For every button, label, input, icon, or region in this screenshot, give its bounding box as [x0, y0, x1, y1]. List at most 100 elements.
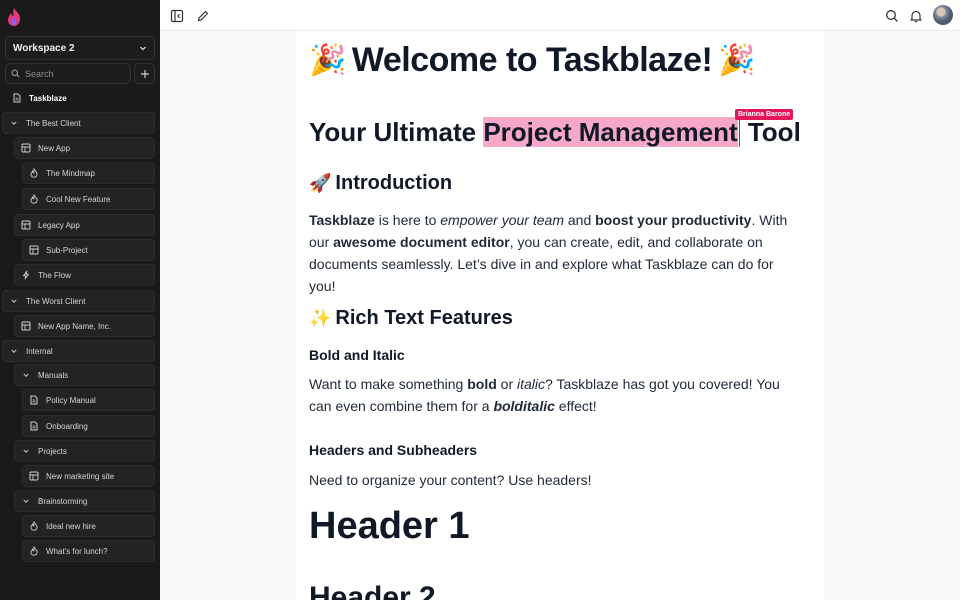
sidebar-item[interactable]: The Best Client — [2, 112, 155, 134]
top-bar — [160, 0, 960, 31]
party-popper-icon: 🎉 — [309, 44, 346, 77]
chevron-down-icon — [20, 369, 32, 381]
sidebar-item-label: New App Name, Inc. — [38, 321, 111, 331]
search-icon — [11, 69, 20, 78]
sidebar-item[interactable]: Internal — [2, 340, 155, 362]
sidebar-toggle-icon — [170, 9, 184, 23]
intro-paragraph: Taskblaze is here to empower your team a… — [309, 209, 799, 297]
sidebar-item[interactable]: Manuals — [14, 364, 155, 386]
user-avatar[interactable] — [933, 5, 953, 25]
sidebar-item-label: What's for lunch? — [46, 546, 108, 556]
sidebar-item-label: Projects — [38, 446, 67, 456]
intro-heading-text: Introduction — [335, 172, 453, 194]
rocket-icon: 🚀 — [309, 173, 332, 193]
subtitle-pre: Your Ultimate — [309, 117, 484, 147]
collaborator-cursor — [738, 117, 740, 147]
edit-button[interactable] — [195, 8, 211, 24]
sidebar-item-label: New marketing site — [46, 471, 115, 481]
sidebar-item-label: Internal — [26, 346, 53, 356]
text: Want to make something — [309, 376, 468, 392]
chevron-down-icon — [8, 117, 20, 129]
headers-paragraph: Need to organize your content? Use heade… — [309, 472, 592, 488]
sidebar-item[interactable]: Legacy App — [14, 214, 155, 236]
subtitle-post: Tool — [740, 117, 801, 147]
search-button[interactable] — [884, 8, 900, 24]
board-icon — [20, 142, 32, 154]
rich-text-heading-text: Rich Text Features — [335, 307, 513, 329]
taskblaze-logo-icon[interactable] — [6, 7, 22, 27]
sidebar-item[interactable]: Brainstorming — [14, 490, 155, 512]
document-icon — [28, 420, 40, 432]
bold-italic-text: bolditalic — [493, 398, 555, 414]
sidebar-item[interactable]: New App Name, Inc. — [14, 315, 155, 337]
flame-icon — [28, 193, 40, 205]
sidebar-item-label: The Worst Client — [26, 296, 86, 306]
document[interactable]: 🎉 Welcome to Taskblaze! 🎉 Your Ultimate … — [296, 31, 824, 600]
sidebar-item[interactable]: Onboarding — [22, 415, 155, 437]
bold-text: Taskblaze — [309, 212, 375, 228]
flame-icon — [28, 545, 40, 557]
workspace-name: Workspace 2 — [13, 42, 75, 54]
header-2-sample: Header 2 — [309, 581, 436, 600]
italic-text: empower your team — [440, 212, 564, 228]
sidebar-item[interactable]: The Mindmap — [22, 162, 155, 184]
chevron-down-icon — [8, 295, 20, 307]
sidebar-item[interactable]: Policy Manual — [22, 389, 155, 411]
workspace-selector[interactable]: Workspace 2 — [5, 36, 155, 60]
flame-icon — [28, 520, 40, 532]
sidebar-item[interactable]: New marketing site — [22, 465, 155, 487]
chevron-down-icon — [140, 46, 146, 51]
bold-italic-heading: Bold and Italic — [309, 347, 405, 363]
text: and — [563, 212, 596, 228]
sidebar-item[interactable]: New App — [14, 137, 155, 159]
sidebar-item[interactable]: The Flow — [14, 264, 155, 286]
sidebar-item-label: The Flow — [38, 270, 71, 280]
search-icon — [886, 10, 898, 22]
sidebar-item-label: Ideal new hire — [46, 521, 96, 531]
board-icon — [20, 219, 32, 231]
sidebar-item-label: Policy Manual — [46, 395, 96, 405]
bolt-icon — [20, 269, 32, 281]
sidebar-item[interactable]: The Worst Client — [2, 290, 155, 312]
plus-icon — [140, 69, 149, 78]
chevron-down-icon — [20, 445, 32, 457]
notifications-button[interactable] — [908, 8, 924, 24]
sidebar-item[interactable]: What's for lunch? — [22, 540, 155, 562]
headers-heading: Headers and Subheaders — [309, 442, 478, 458]
sidebar-item-label: Manuals — [38, 370, 69, 380]
bold-text: boost your productivity — [595, 212, 752, 228]
subtitle-highlight: Project Management — [483, 117, 738, 147]
doc-title-text: Welcome to Taskblaze! — [351, 41, 713, 79]
sidebar-item[interactable]: Sub-Project — [22, 239, 155, 261]
sidebar-item-label: Onboarding — [46, 421, 88, 431]
toggle-sidebar-button[interactable] — [169, 8, 185, 24]
sidebar-item-label: Sub-Project — [46, 245, 88, 255]
sidebar-item[interactable]: Ideal new hire — [22, 515, 155, 537]
pencil-icon — [197, 10, 209, 22]
sidebar-item-label: Brainstorming — [38, 496, 88, 506]
sidebar-item[interactable]: Projects — [14, 440, 155, 462]
add-page-button[interactable] — [134, 63, 155, 84]
rich-text-heading: ✨ Rich Text Features — [309, 307, 513, 330]
intro-heading: 🚀 Introduction — [309, 172, 452, 195]
doc-subtitle: Your Ultimate Project Management Tool — [309, 117, 801, 148]
sidebar-item[interactable]: Taskblaze — [5, 87, 155, 109]
sidebar-search[interactable]: Search — [5, 63, 131, 84]
bell-icon — [910, 10, 922, 23]
sidebar-item[interactable]: Cool New Feature — [22, 188, 155, 210]
bold-italic-paragraph: Want to make something bold or italic? T… — [309, 373, 799, 417]
sidebar-item-label: Taskblaze — [29, 93, 67, 103]
italic-text: italic — [517, 376, 546, 392]
board-icon — [28, 470, 40, 482]
sidebar-item-label: Cool New Feature — [46, 194, 111, 204]
sidebar-item-label: Legacy App — [38, 220, 80, 230]
bold-text: bold — [467, 376, 497, 392]
sidebar-item-label: New App — [38, 143, 71, 153]
board-icon — [28, 244, 40, 256]
sidebar-item-label: The Best Client — [26, 118, 81, 128]
sidebar: Workspace 2 Search Taskblaze The Best Cli… — [0, 0, 160, 600]
chevron-down-icon — [8, 345, 20, 357]
sparkles-icon: ✨ — [309, 308, 332, 328]
document-icon — [28, 394, 40, 406]
board-icon — [20, 320, 32, 332]
